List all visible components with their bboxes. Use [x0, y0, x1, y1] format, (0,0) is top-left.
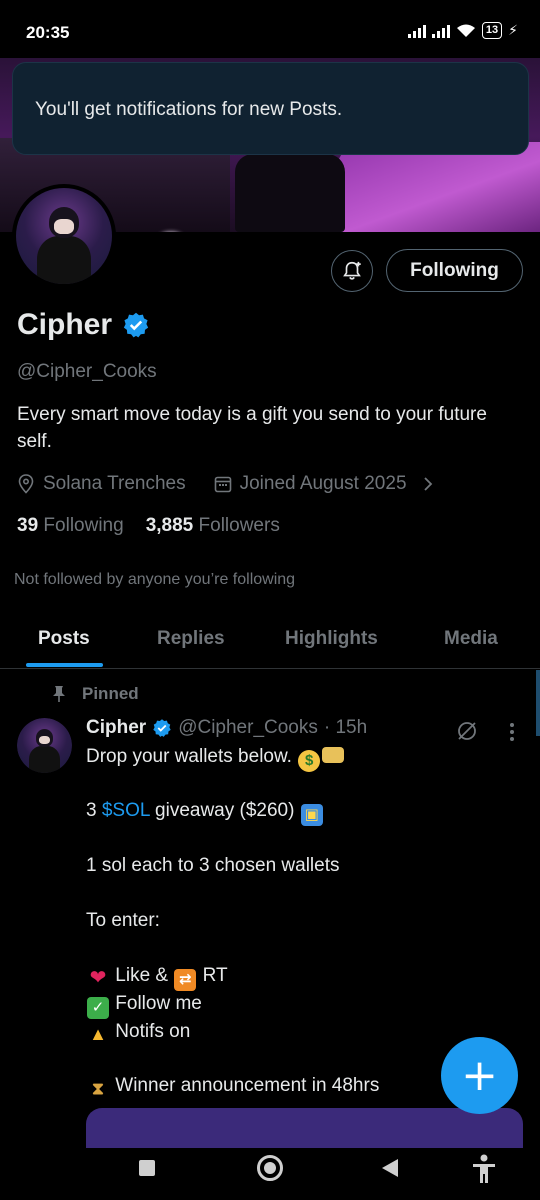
follow-counts: 39 Following 3,885 Followers: [17, 515, 280, 537]
post-line-5b: RT: [202, 965, 228, 986]
profile-location[interactable]: Solana Trenches: [43, 473, 186, 495]
tab-media[interactable]: Media: [444, 628, 498, 650]
notification-toast: You'll get notifications for new Posts.: [12, 62, 529, 155]
pinned-label: Pinned: [82, 684, 139, 703]
post-line-4: To enter:: [86, 910, 160, 931]
active-tab-indicator: [26, 663, 103, 667]
signal-icon: [407, 24, 426, 38]
post-line-7: Notifs on: [115, 1021, 191, 1042]
android-nav-bar: [0, 1148, 540, 1200]
post-line-1: Drop your wallets below.: [86, 746, 292, 767]
charging-icon: ⚡: [508, 22, 518, 38]
following-button[interactable]: Following: [386, 249, 523, 292]
post-time[interactable]: · 15h: [324, 717, 367, 739]
following-count: 39: [17, 515, 39, 536]
post-author-name[interactable]: Cipher: [86, 717, 146, 739]
sol-cashtag-link[interactable]: $SOL: [102, 800, 150, 821]
more-vertical-icon[interactable]: [506, 722, 518, 742]
compose-plus-icon: +: [461, 1049, 498, 1101]
recents-square-icon[interactable]: [139, 1160, 155, 1176]
accessibility-icon[interactable]: [470, 1153, 498, 1185]
post-line-2-pre: 3: [86, 800, 97, 821]
profile-joined: Joined August 2025: [239, 473, 407, 494]
home-circle-icon[interactable]: [257, 1155, 283, 1181]
post-author-handle[interactable]: @Cipher_Cooks: [178, 717, 318, 739]
calendar-icon: [214, 476, 231, 493]
status-icons: 13 ⚡: [407, 22, 518, 39]
notifications-bell-button[interactable]: [331, 250, 373, 292]
battery-indicator: 13: [481, 22, 503, 39]
gift-emoji-icon: ▣: [300, 804, 323, 826]
signal-icon-2: [431, 24, 450, 38]
tab-replies[interactable]: Replies: [157, 628, 225, 650]
pin-icon: [53, 686, 65, 702]
location-pin-icon: [18, 474, 34, 494]
credit-card-emoji-icon: [322, 747, 345, 763]
post-media-preview[interactable]: [86, 1108, 523, 1148]
pinned-label-row: Pinned: [52, 684, 139, 704]
profile-avatar[interactable]: [12, 184, 116, 288]
post-line-8: Winner announcement in 48hrs: [115, 1075, 380, 1096]
heart-emoji-icon: ❤: [89, 967, 107, 989]
followers-count: 3,885: [145, 515, 194, 536]
chevron-right-icon[interactable]: [421, 475, 435, 493]
tab-posts[interactable]: Posts: [38, 628, 90, 650]
profile-name-row: Cipher: [17, 308, 150, 342]
profile-name: Cipher: [17, 308, 113, 341]
wifi-icon: [456, 24, 475, 37]
scrollbar[interactable]: [536, 670, 540, 736]
bell-plus-icon: [343, 261, 361, 280]
compose-post-button[interactable]: +: [441, 1037, 518, 1114]
not-followed-text: Not followed by anyone you’re following: [14, 571, 296, 588]
hourglass-emoji-icon: ⧗: [92, 1079, 104, 1098]
bell-emoji-icon: ▲: [89, 1024, 107, 1044]
repeat-emoji-icon: ⇄: [174, 969, 197, 991]
post-line-2-post: giveaway ($260): [155, 800, 295, 821]
grok-icon[interactable]: [455, 719, 479, 743]
profile-handle: @Cipher_Cooks: [17, 361, 157, 382]
post-line-5a: Like &: [115, 965, 169, 986]
followers-count-link[interactable]: 3,885 Followers: [146, 515, 280, 537]
money-mouth-emoji-icon: $: [298, 750, 321, 772]
status-bar: 20:35 13 ⚡: [0, 0, 540, 64]
post-header: Cipher @Cipher_Cooks · 15h: [86, 717, 367, 739]
status-time: 20:35: [26, 23, 70, 42]
profile-meta: Solana Trenches Joined August 2025: [17, 473, 435, 495]
following-label: Following: [43, 515, 124, 536]
profile-tabs: Posts Replies Highlights Media: [0, 612, 540, 669]
tab-highlights[interactable]: Highlights: [285, 628, 378, 650]
profile-bio: Every smart move today is a gift you sen…: [17, 404, 487, 452]
post-author-avatar[interactable]: [17, 718, 72, 773]
check-mark-emoji-icon: ✓: [87, 997, 109, 1019]
post-line-6: Follow me: [115, 993, 202, 1014]
toast-message: You'll get notifications for new Posts.: [35, 99, 343, 120]
verified-badge-icon[interactable]: [122, 311, 150, 339]
back-triangle-icon[interactable]: [382, 1159, 398, 1177]
followers-label: Followers: [198, 515, 280, 536]
verified-badge-icon[interactable]: [152, 718, 172, 738]
post-line-3: 1 sol each to 3 chosen wallets: [86, 855, 340, 876]
following-count-link[interactable]: 39 Following: [17, 515, 124, 537]
